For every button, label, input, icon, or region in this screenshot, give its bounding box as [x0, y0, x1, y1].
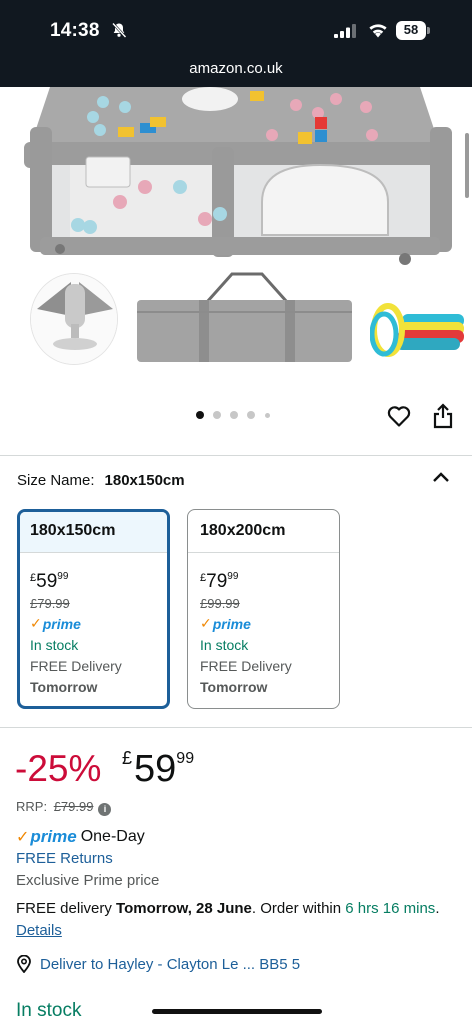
- gallery-dot[interactable]: [230, 411, 238, 419]
- size-option-title: 180x150cm: [20, 512, 167, 553]
- delivery-countdown: 6 hrs 16 mins: [345, 900, 436, 917]
- size-option-rrp: £79.99: [30, 596, 70, 611]
- price: £5999: [122, 748, 195, 790]
- battery-level: 58: [403, 22, 419, 37]
- section-divider: [0, 727, 472, 728]
- gallery-dot[interactable]: [213, 411, 221, 419]
- size-option-stock: In stock: [200, 637, 249, 653]
- deliver-to-text: Deliver to Hayley - Clayton Le ... BB5 5: [40, 955, 301, 973]
- prime-check-icon: ✓: [30, 615, 42, 631]
- size-name-value: 180x150cm: [104, 472, 185, 489]
- prime-check-icon: ✓: [16, 829, 30, 846]
- thumbnail-carry-bag[interactable]: [137, 272, 352, 367]
- stock-status: In stock: [16, 1000, 82, 1021]
- wifi-icon: [369, 24, 387, 38]
- rrp-label: RRP:: [16, 799, 48, 814]
- cellular-signal-icon: [334, 24, 356, 38]
- size-option-price: £5999: [30, 571, 69, 592]
- exclusive-prime-price: Exclusive Prime price: [16, 872, 160, 889]
- size-option-stock: In stock: [30, 637, 79, 653]
- page-scrollbar[interactable]: [465, 133, 469, 198]
- info-icon[interactable]: i: [98, 803, 112, 816]
- size-name-label: Size Name:: [17, 472, 95, 489]
- prime-one-day: ✓ prime One-Day: [16, 827, 145, 847]
- prime-one-day-label: One-Day: [80, 828, 145, 845]
- deliver-to-link[interactable]: Deliver to Hayley - Clayton Le ... BB5 5: [16, 955, 300, 973]
- size-name-row: Size Name: 180x150cm: [17, 472, 185, 489]
- prime-check-icon: ✓: [200, 615, 212, 631]
- discount-percent: -25%: [15, 748, 102, 789]
- size-option-delivery-day: Tomorrow: [200, 679, 268, 695]
- prime-logo: prime: [30, 827, 77, 846]
- details-link[interactable]: Details: [16, 922, 62, 939]
- gallery-dot[interactable]: [247, 411, 255, 419]
- thumbnail-rings[interactable]: [369, 286, 472, 366]
- share-icon[interactable]: [432, 403, 454, 429]
- section-divider: [0, 455, 472, 456]
- size-option-180x150[interactable]: 180x150cm £5999 £79.99 ✓ prime In stock F…: [17, 509, 170, 709]
- location-pin-icon: [17, 955, 31, 973]
- size-option-delivery-day: Tomorrow: [30, 679, 98, 695]
- chevron-up-icon[interactable]: [432, 471, 450, 483]
- prime-badge: ✓ prime: [200, 615, 251, 632]
- delivery-date: Tomorrow, 28 June: [116, 900, 252, 917]
- product-main-image[interactable]: [0, 87, 472, 272]
- rrp-row: RRP: £79.99 i: [16, 799, 112, 816]
- heart-icon[interactable]: [387, 405, 411, 427]
- bell-muted-icon: [112, 22, 127, 38]
- address-bar[interactable]: amazon.co.uk: [0, 60, 472, 77]
- home-indicator[interactable]: [152, 1009, 322, 1014]
- prime-badge: ✓ prime: [30, 615, 81, 632]
- free-returns-link[interactable]: FREE Returns: [16, 850, 113, 867]
- size-option-rrp: £99.99: [200, 596, 240, 611]
- gallery-dot[interactable]: [265, 413, 270, 418]
- status-time: 14:38: [50, 20, 100, 41]
- size-option-180x200[interactable]: 180x200cm £7999 £99.99 ✓ prime In stock F…: [187, 509, 340, 709]
- delivery-message: FREE delivery Tomorrow, 28 June. Order w…: [16, 900, 440, 939]
- size-option-delivery: FREE Delivery: [200, 658, 292, 674]
- thumbnail-hinge[interactable]: [30, 273, 118, 365]
- size-option-title: 180x200cm: [188, 510, 339, 553]
- status-bar: 14:38 58 amazon.co.uk: [0, 0, 472, 87]
- rrp-value: £79.99: [53, 799, 94, 814]
- size-option-delivery: FREE Delivery: [30, 658, 122, 674]
- gallery-dot-active[interactable]: [196, 411, 204, 419]
- battery-indicator: 58: [396, 21, 430, 40]
- size-option-price: £7999: [200, 571, 239, 592]
